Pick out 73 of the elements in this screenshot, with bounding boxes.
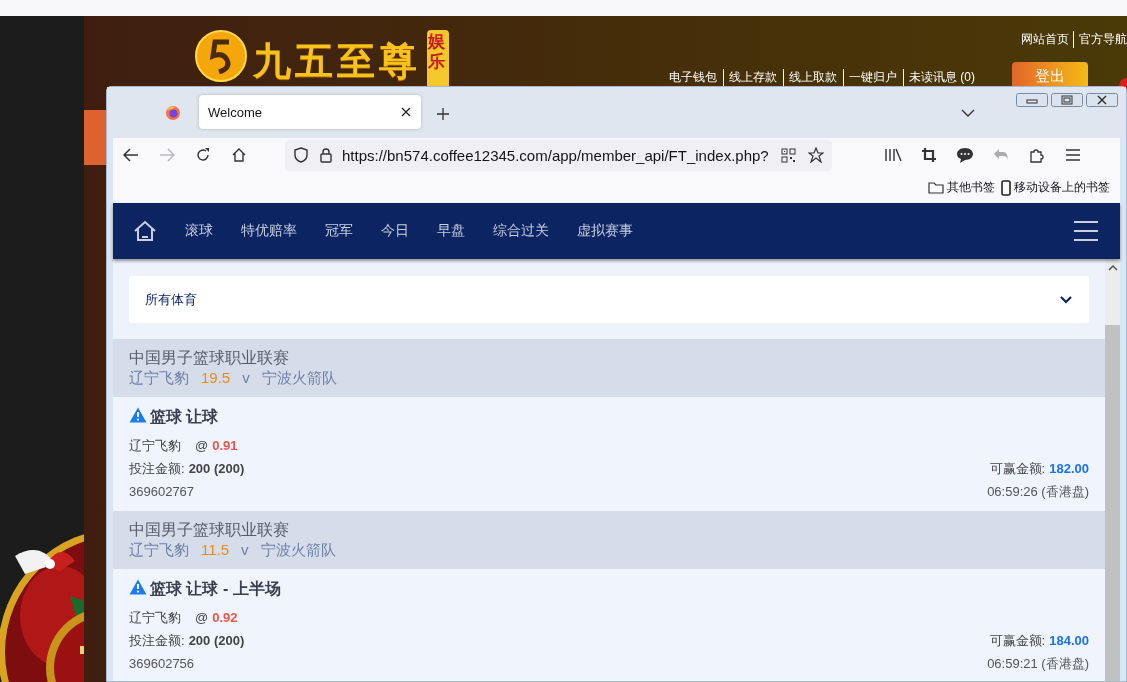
handicap-value: 11.5 <box>201 540 230 560</box>
pick-name: 辽宁飞豹 <box>129 608 181 627</box>
logo-icon <box>195 30 247 82</box>
bookmark-item[interactable]: 移动设备上的书签 <box>1014 179 1110 196</box>
bet-id: 369602756 <box>129 656 195 671</box>
phone-icon <box>1001 179 1011 196</box>
chevron-down-icon[interactable] <box>961 109 975 117</box>
bet-id: 369602767 <box>129 484 195 499</box>
payout-value: 182.00 <box>1049 461 1089 476</box>
team-name: 辽宁飞豹 <box>129 540 189 560</box>
close-icon[interactable] <box>1086 93 1118 107</box>
reload-icon[interactable] <box>195 147 211 163</box>
library-icon[interactable] <box>884 147 902 163</box>
menu-icon[interactable] <box>1074 220 1098 242</box>
nav-link[interactable]: 冠军 <box>325 222 353 240</box>
bet-title: 篮球 让球 <box>150 406 219 427</box>
back-icon[interactable] <box>123 148 139 162</box>
team-name: 宁波火箭队 <box>261 368 337 388</box>
versus-label: v <box>241 540 249 560</box>
scroll-up-icon[interactable] <box>1107 264 1118 271</box>
payout-value: 184.00 <box>1049 633 1089 648</box>
shield-icon[interactable] <box>294 147 308 163</box>
bet-time: 06:59:21 (香港盘) <box>987 654 1089 673</box>
stake-value: 200 (200) <box>188 461 245 476</box>
bet-time: 06:59:26 (香港盘) <box>987 482 1089 501</box>
at-sign: @ <box>195 610 209 625</box>
address-bar[interactable]: https://bn574.coffee12345.com/app/member_api/FT_index.php? <box>285 139 832 171</box>
account-link[interactable]: 电子钱包 <box>669 69 717 86</box>
stake-label: 投注金额: <box>129 631 185 650</box>
bookmark-item[interactable]: 其他书签 <box>947 179 995 196</box>
chevron-down-icon <box>1059 295 1073 304</box>
nav-link[interactable]: 滚球 <box>185 222 213 240</box>
bet-title: 篮球 让球 - 上半场 <box>150 578 281 599</box>
top-link[interactable]: 网站首页 <box>1021 31 1069 48</box>
chat-icon[interactable] <box>956 147 974 163</box>
stake-value: 200 (200) <box>188 633 245 648</box>
nav-link[interactable]: 早盘 <box>437 222 465 240</box>
nav-link[interactable]: 虚拟赛事 <box>577 222 633 240</box>
team-name: 辽宁飞豹 <box>129 368 189 388</box>
lock-icon[interactable] <box>320 147 332 163</box>
nav-link[interactable]: 综合过关 <box>493 222 549 240</box>
extensions-icon[interactable] <box>1029 147 1045 163</box>
at-sign: @ <box>195 438 209 453</box>
new-tab-icon[interactable] <box>436 107 450 121</box>
nav-link[interactable]: 特优赔率 <box>241 222 297 240</box>
league-name: 中国男子篮球职业联赛 <box>129 520 290 540</box>
logo-text: 九五至尊 <box>253 39 421 84</box>
home-icon[interactable] <box>231 147 247 163</box>
star-icon[interactable] <box>808 147 824 163</box>
team-name: 宁波火箭队 <box>260 540 336 560</box>
handicap-value: 19.5 <box>201 368 231 388</box>
sport-dropdown[interactable]: 所有体育 <box>129 276 1089 323</box>
close-icon[interactable] <box>400 106 412 118</box>
menu-icon[interactable] <box>1066 147 1080 163</box>
payout-label: 可赢金额: <box>989 631 1046 650</box>
home-icon[interactable] <box>133 219 157 243</box>
qr-code-icon[interactable] <box>781 147 796 163</box>
nav-link[interactable]: 今日 <box>381 222 409 240</box>
stake-label: 投注金额: <box>129 459 185 478</box>
odds-value: 0.91 <box>212 438 238 453</box>
league-name: 中国男子篮球职业联赛 <box>129 348 290 368</box>
browser-tab[interactable]: Welcome <box>199 95 421 129</box>
payout-label: 可赢金额: <box>989 459 1046 478</box>
minimize-icon[interactable] <box>1016 93 1048 107</box>
browser-logo-icon <box>165 105 181 121</box>
odds-value: 0.92 <box>212 610 238 625</box>
top-link[interactable]: 官方导航 <box>1073 31 1127 48</box>
pick-name: 辽宁飞豹 <box>129 436 181 455</box>
versus-label: v <box>242 368 250 388</box>
folder-icon <box>928 181 944 194</box>
banner-strip <box>84 110 106 165</box>
crop-icon[interactable] <box>921 147 937 163</box>
scrollbar[interactable] <box>1105 259 1120 681</box>
